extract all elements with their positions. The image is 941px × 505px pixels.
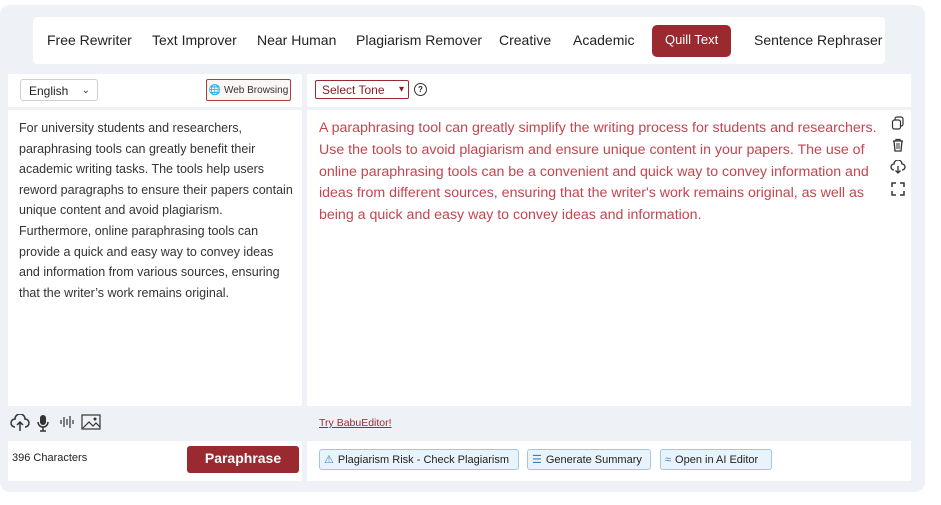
upload-icon[interactable]	[10, 413, 30, 434]
input-text: For university students and researchers,…	[19, 121, 293, 300]
tab-text-improver[interactable]: Text Improver	[152, 17, 237, 64]
web-browsing-button[interactable]: 🌐 Web Browsing	[206, 79, 291, 101]
tab-quill-text[interactable]: Quill Text	[652, 25, 732, 57]
input-footer: 396 Characters Paraphrase	[8, 441, 302, 481]
generate-summary-label: Generate Summary	[545, 454, 642, 466]
tab-sentence-rephraser[interactable]: Sentence Rephraser	[754, 17, 882, 64]
generate-summary-button[interactable]: ☰ Generate Summary	[527, 449, 651, 470]
tab-plagiarism-remover[interactable]: Plagiarism Remover	[356, 17, 482, 64]
tone-select[interactable]: Select Tone ▾	[315, 80, 409, 99]
check-plagiarism-button[interactable]: ⚠ Plagiarism Risk - Check Plagiarism	[319, 449, 519, 470]
open-ai-editor-button[interactable]: ≈ Open in AI Editor	[660, 449, 772, 470]
expand-icon[interactable]	[890, 182, 906, 198]
web-browsing-label: Web Browsing	[223, 85, 289, 96]
copy-icon[interactable]	[890, 116, 906, 132]
audio-wave-icon[interactable]	[59, 414, 75, 434]
output-text: A paraphrasing tool can greatly simplify…	[319, 120, 877, 224]
download-icon[interactable]	[890, 159, 906, 176]
ai-editor-icon: ≈	[665, 454, 672, 466]
tab-near-human[interactable]: Near Human	[257, 17, 336, 64]
output-toolbar: Select Tone ▾ ?	[307, 74, 911, 107]
tab-free-rewriter[interactable]: Free Rewriter	[47, 17, 132, 64]
output-footer: ⚠ Plagiarism Risk - Check Plagiarism ☰ Gen…	[307, 441, 911, 481]
input-textarea[interactable]: For university students and researchers,…	[8, 110, 302, 406]
language-select[interactable]: English ⌄	[20, 79, 98, 101]
mic-icon[interactable]	[36, 414, 50, 434]
input-toolbar: English ⌄ 🌐 Web Browsing	[8, 74, 302, 107]
trash-icon[interactable]	[890, 138, 906, 154]
warning-icon: ⚠	[324, 454, 334, 466]
chevron-down-icon: ⌄	[81, 85, 90, 96]
summary-icon: ☰	[532, 454, 542, 466]
tone-value: Select Tone	[322, 83, 385, 97]
output-area: A paraphrasing tool can greatly simplify…	[307, 110, 911, 406]
character-count: 396 Characters	[12, 452, 88, 464]
check-plagiarism-label: Plagiarism Risk - Check Plagiarism	[337, 454, 510, 466]
image-icon[interactable]	[81, 414, 101, 434]
input-tools	[8, 410, 302, 438]
paraphrase-button[interactable]: Paraphrase	[187, 446, 299, 473]
globe-icon: 🌐	[208, 85, 222, 96]
language-value: English	[29, 84, 69, 98]
try-babueditor-link[interactable]: Try BabuEditor!	[319, 417, 392, 429]
help-icon[interactable]: ?	[414, 83, 427, 96]
tab-creative[interactable]: Creative	[499, 17, 551, 64]
mode-tabs: Free Rewriter Text Improver Near Human P…	[33, 17, 885, 64]
tab-academic[interactable]: Academic	[573, 17, 634, 64]
open-ai-editor-label: Open in AI Editor	[675, 454, 759, 466]
chevron-down-icon: ▾	[398, 84, 404, 95]
